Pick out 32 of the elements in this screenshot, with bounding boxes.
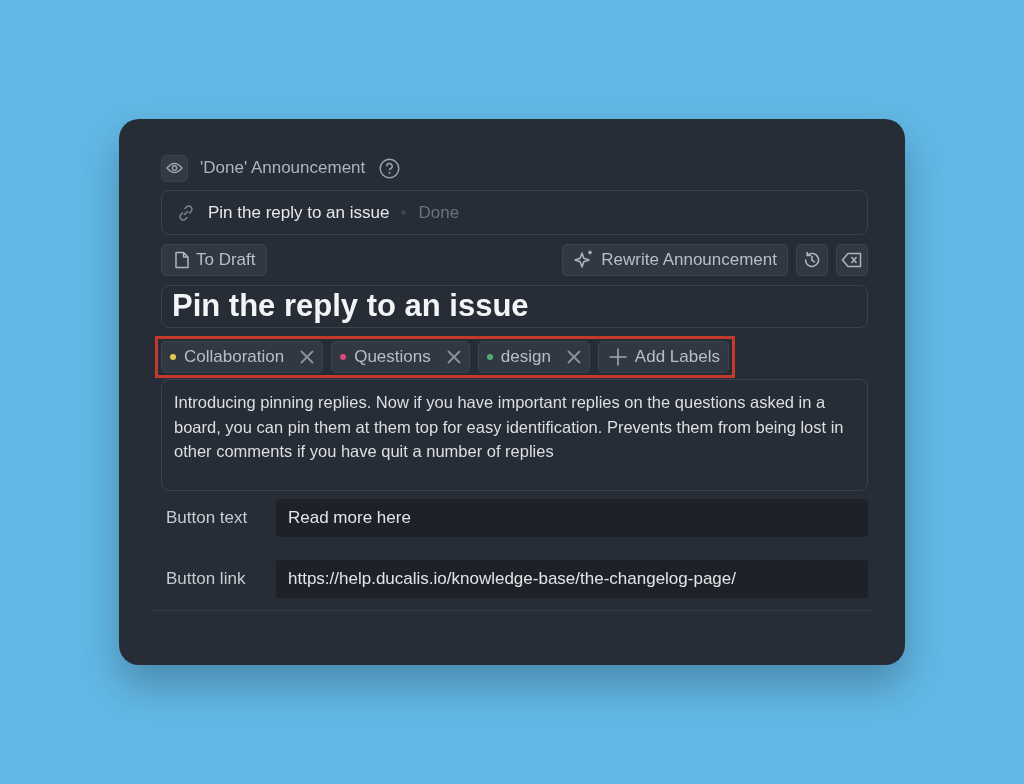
backspace-icon: [841, 252, 863, 268]
label-name: Questions: [354, 346, 431, 369]
plus-icon: [608, 348, 627, 366]
field-label: Button text: [165, 507, 249, 530]
clear-button[interactable]: [836, 244, 868, 276]
description-field[interactable]: Introducing pinning replies. Now if you have important replies on the questions asked in a board, you can pin them at them top for easy identification. Prevents them from being lost in other comments if you have quit a number of replies: [161, 379, 868, 491]
remove-icon[interactable]: [566, 350, 581, 364]
rewrite-button[interactable]: Rewrite Announcement: [562, 244, 788, 276]
add-labels-button[interactable]: Add Labels: [597, 341, 729, 373]
remove-icon[interactable]: [446, 350, 461, 364]
link-icon: [176, 202, 196, 223]
history-button[interactable]: [796, 244, 828, 276]
section-title: 'Done' Announcement: [200, 157, 366, 180]
label-chip[interactable]: design: [477, 341, 590, 373]
input-field[interactable]: https://help.ducalis.io/knowledge-base/the-changelog-page/: [276, 560, 868, 598]
label-name: design: [500, 346, 551, 369]
to-draft-button[interactable]: To Draft: [161, 244, 267, 276]
visibility-button[interactable]: [161, 154, 188, 182]
input-field[interactable]: Read more here: [276, 499, 868, 537]
title-field[interactable]: Pin the reply to an issue: [161, 285, 868, 328]
label-chip[interactable]: Questions: [331, 341, 470, 373]
linked-issue-bar[interactable]: Pin the reply to an issue Done: [161, 190, 868, 235]
history-icon: [802, 250, 822, 270]
eye-icon: [166, 162, 183, 174]
issue-title: Pin the reply to an issue: [208, 201, 390, 224]
help-icon[interactable]: [379, 157, 401, 179]
issue-status: Done: [418, 201, 460, 224]
label-chip[interactable]: Collaboration: [161, 341, 324, 373]
field-label: Button link: [165, 568, 247, 591]
remove-icon[interactable]: [300, 350, 315, 364]
document-icon: [174, 251, 190, 269]
label-name: Collaboration: [184, 346, 285, 369]
